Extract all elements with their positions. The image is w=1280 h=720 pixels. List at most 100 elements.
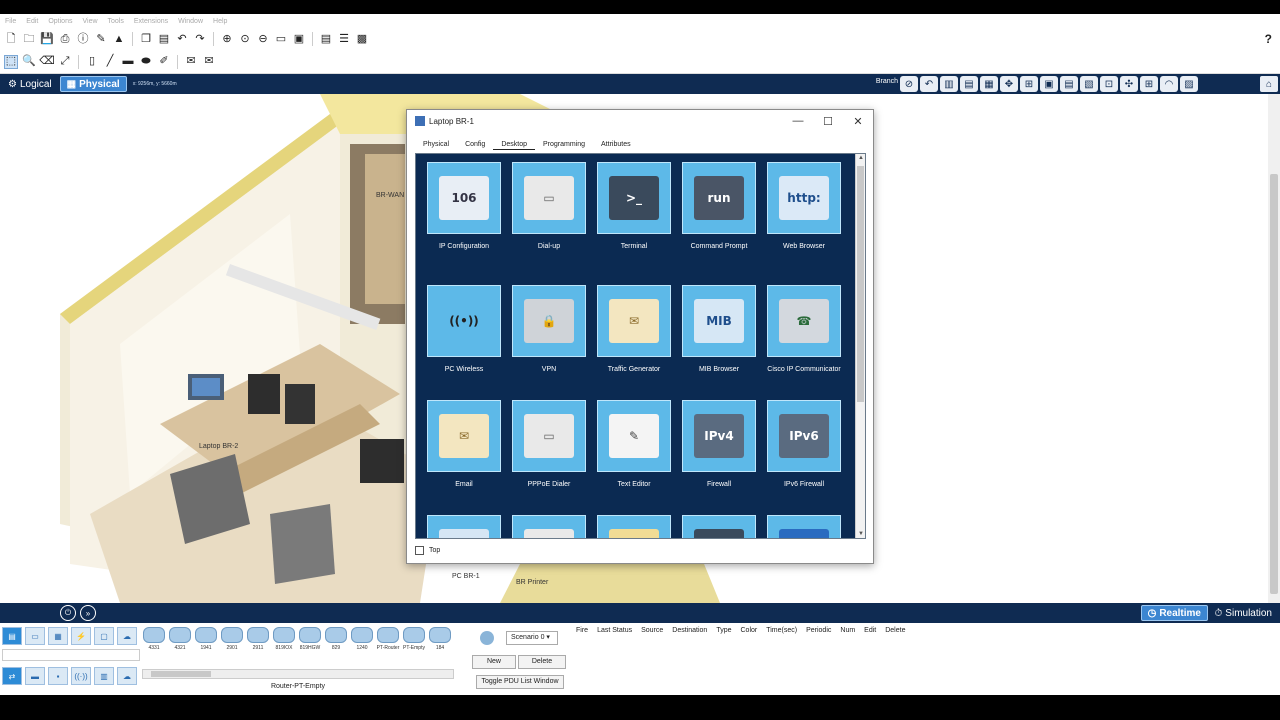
maximize-button[interactable]: ☐	[817, 113, 839, 129]
app-firewall[interactable]: IPv4 Firewall	[681, 400, 757, 489]
app-tile[interactable]: ✎	[597, 400, 671, 472]
app-tile[interactable]: 📁	[597, 515, 671, 538]
menu-view[interactable]: View	[77, 18, 102, 25]
move-object-icon[interactable]: ✥	[1000, 76, 1018, 92]
app-app-15[interactable]: ◔	[426, 515, 502, 538]
ellipse-tool-icon[interactable]: ⬬	[139, 55, 153, 69]
zoom-out-icon[interactable]: ⊖	[256, 32, 270, 46]
components-icon[interactable]: ▦	[48, 627, 68, 645]
app-ipv6-firewall[interactable]: IPv6 IPv6 Firewall	[766, 400, 842, 489]
menu-extensions[interactable]: Extensions	[129, 18, 173, 25]
delete-tool-icon[interactable]: ⌫	[39, 55, 55, 69]
router-model-item[interactable]: 184	[428, 627, 452, 671]
app-traffic-generator[interactable]: ✉ Traffic Generator	[596, 285, 672, 374]
note-tool-icon[interactable]: ▯	[85, 55, 99, 69]
app-pc-wireless[interactable]: ((•)) PC Wireless	[426, 285, 502, 374]
home-icon[interactable]: ⌂	[1260, 76, 1278, 92]
notes-icon[interactable]: ▤	[319, 32, 333, 46]
activity-wizard-icon[interactable]: ▲	[112, 32, 126, 46]
menu-help[interactable]: Help	[208, 18, 232, 25]
view-icon[interactable]: ▤	[1060, 76, 1078, 92]
switches-icon[interactable]: ▬	[25, 667, 45, 685]
app-app-18[interactable]: >_	[681, 515, 757, 538]
app-app-19[interactable]: ➤	[766, 515, 842, 538]
new-city-icon[interactable]: ▥	[940, 76, 958, 92]
custom-device-icon[interactable]: ▣	[292, 32, 306, 46]
checkbox-box[interactable]	[415, 546, 424, 555]
pdu-column-header[interactable]: Destination	[672, 627, 707, 634]
app-tile[interactable]: run	[682, 162, 756, 234]
help-button[interactable]: ?	[1265, 32, 1272, 46]
menu-options[interactable]: Options	[43, 18, 77, 25]
canvas-vertical-scrollbar[interactable]	[1268, 94, 1280, 603]
rectangle-tool-icon[interactable]: ▬	[121, 55, 135, 69]
router-model-item[interactable]: 1240	[350, 627, 374, 671]
pdu-column-header[interactable]: Delete	[885, 627, 905, 634]
app-app-16[interactable]: ▭	[511, 515, 587, 538]
simple-pdu-icon[interactable]: ✉	[184, 55, 198, 69]
app-tile[interactable]: 106	[427, 162, 501, 234]
app-pppoe-dialer[interactable]: ▭ PPPoE Dialer	[511, 400, 587, 489]
router-model-item[interactable]: 1941	[194, 627, 218, 671]
physical-view-button[interactable]: ▦ Physical	[59, 76, 127, 92]
app-tile[interactable]: http:	[767, 162, 841, 234]
connections-icon[interactable]: ⚡	[71, 627, 91, 645]
fast-forward-icon[interactable]: »	[80, 605, 96, 621]
tab-desktop[interactable]: Desktop	[493, 140, 535, 150]
scroll-up-icon[interactable]: ▲	[856, 155, 865, 161]
multiuser-icon[interactable]: ☁	[117, 627, 137, 645]
end-devices-icon[interactable]: ▭	[25, 627, 45, 645]
set-background-icon[interactable]: ▣	[1040, 76, 1058, 92]
app-tile[interactable]: ➤	[767, 515, 841, 538]
close-button[interactable]: ✕	[847, 113, 869, 129]
delete-scenario-button[interactable]: Delete	[518, 655, 566, 669]
paste-icon[interactable]: ▤	[157, 32, 171, 46]
freeform-tool-icon[interactable]: ✐	[157, 55, 171, 69]
pdu-column-header[interactable]: Source	[641, 627, 663, 634]
device-label-printer[interactable]: BR Printer	[516, 579, 548, 586]
info-icon[interactable]: ⓘ	[76, 32, 90, 46]
new-scenario-button[interactable]: New	[472, 655, 516, 669]
zoom-reset-icon[interactable]: ⊙	[238, 32, 252, 46]
pdu-column-header[interactable]: Fire	[576, 627, 588, 634]
app-web-browser[interactable]: http: Web Browser	[766, 162, 842, 251]
router-model-item[interactable]: 819IOX	[272, 627, 296, 671]
minimize-button[interactable]: —	[787, 113, 809, 129]
network-devices-icon[interactable]: ▤	[2, 627, 22, 645]
power-cycle-icon[interactable]: ⏻	[60, 605, 76, 621]
logical-view-button[interactable]: ⚙ Logical	[2, 76, 58, 92]
wireless-icon[interactable]: ◠	[1160, 76, 1178, 92]
pdu-column-header[interactable]: Last Status	[597, 627, 632, 634]
tab-attributes[interactable]: Attributes	[593, 140, 639, 150]
router-model-item[interactable]: 819HGW	[298, 627, 322, 671]
wan-emulation-icon[interactable]: ☁	[117, 667, 137, 685]
tab-programming[interactable]: Programming	[535, 140, 593, 150]
app-terminal[interactable]: >_ Terminal	[596, 162, 672, 251]
line-tool-icon[interactable]: ╱	[103, 55, 117, 69]
app-tile[interactable]: >_	[597, 162, 671, 234]
app-cisco-ip-communicator[interactable]: ☎ Cisco IP Communicator	[766, 285, 842, 374]
new-closet-icon[interactable]: ▦	[980, 76, 998, 92]
app-tile[interactable]: ▭	[512, 162, 586, 234]
drawing-palette-icon[interactable]: ▭	[274, 32, 288, 46]
new-file-icon[interactable]: 🗋	[4, 32, 18, 46]
select-tool-icon[interactable]: ⬚	[4, 54, 18, 69]
print-icon[interactable]: ⎙	[58, 32, 72, 46]
device-label-wan[interactable]: BR-WAN	[376, 192, 404, 199]
menu-tools[interactable]: Tools	[103, 18, 129, 25]
new-building-icon[interactable]: ▤	[960, 76, 978, 92]
router-model-item[interactable]: 2911	[246, 627, 270, 671]
device-list-scrollbar[interactable]	[142, 669, 454, 679]
image-icon[interactable]: ▩	[355, 32, 369, 46]
app-tile[interactable]: ✉	[597, 285, 671, 357]
cluster-icon[interactable]: ▧	[1080, 76, 1098, 92]
pdu-column-header[interactable]: Type	[716, 627, 731, 634]
inspect-tool-icon[interactable]: 🔍	[22, 55, 36, 69]
redo-icon[interactable]: ↷	[193, 32, 207, 46]
menu-file[interactable]: File	[0, 18, 21, 25]
navigation-icon[interactable]: ⊘	[900, 76, 918, 92]
app-tile[interactable]: ▭	[512, 515, 586, 538]
toggle-pdu-list-button[interactable]: Toggle PDU List Window	[476, 675, 564, 689]
app-tile[interactable]: ▭	[512, 400, 586, 472]
pdu-column-header[interactable]: Num	[840, 627, 855, 634]
